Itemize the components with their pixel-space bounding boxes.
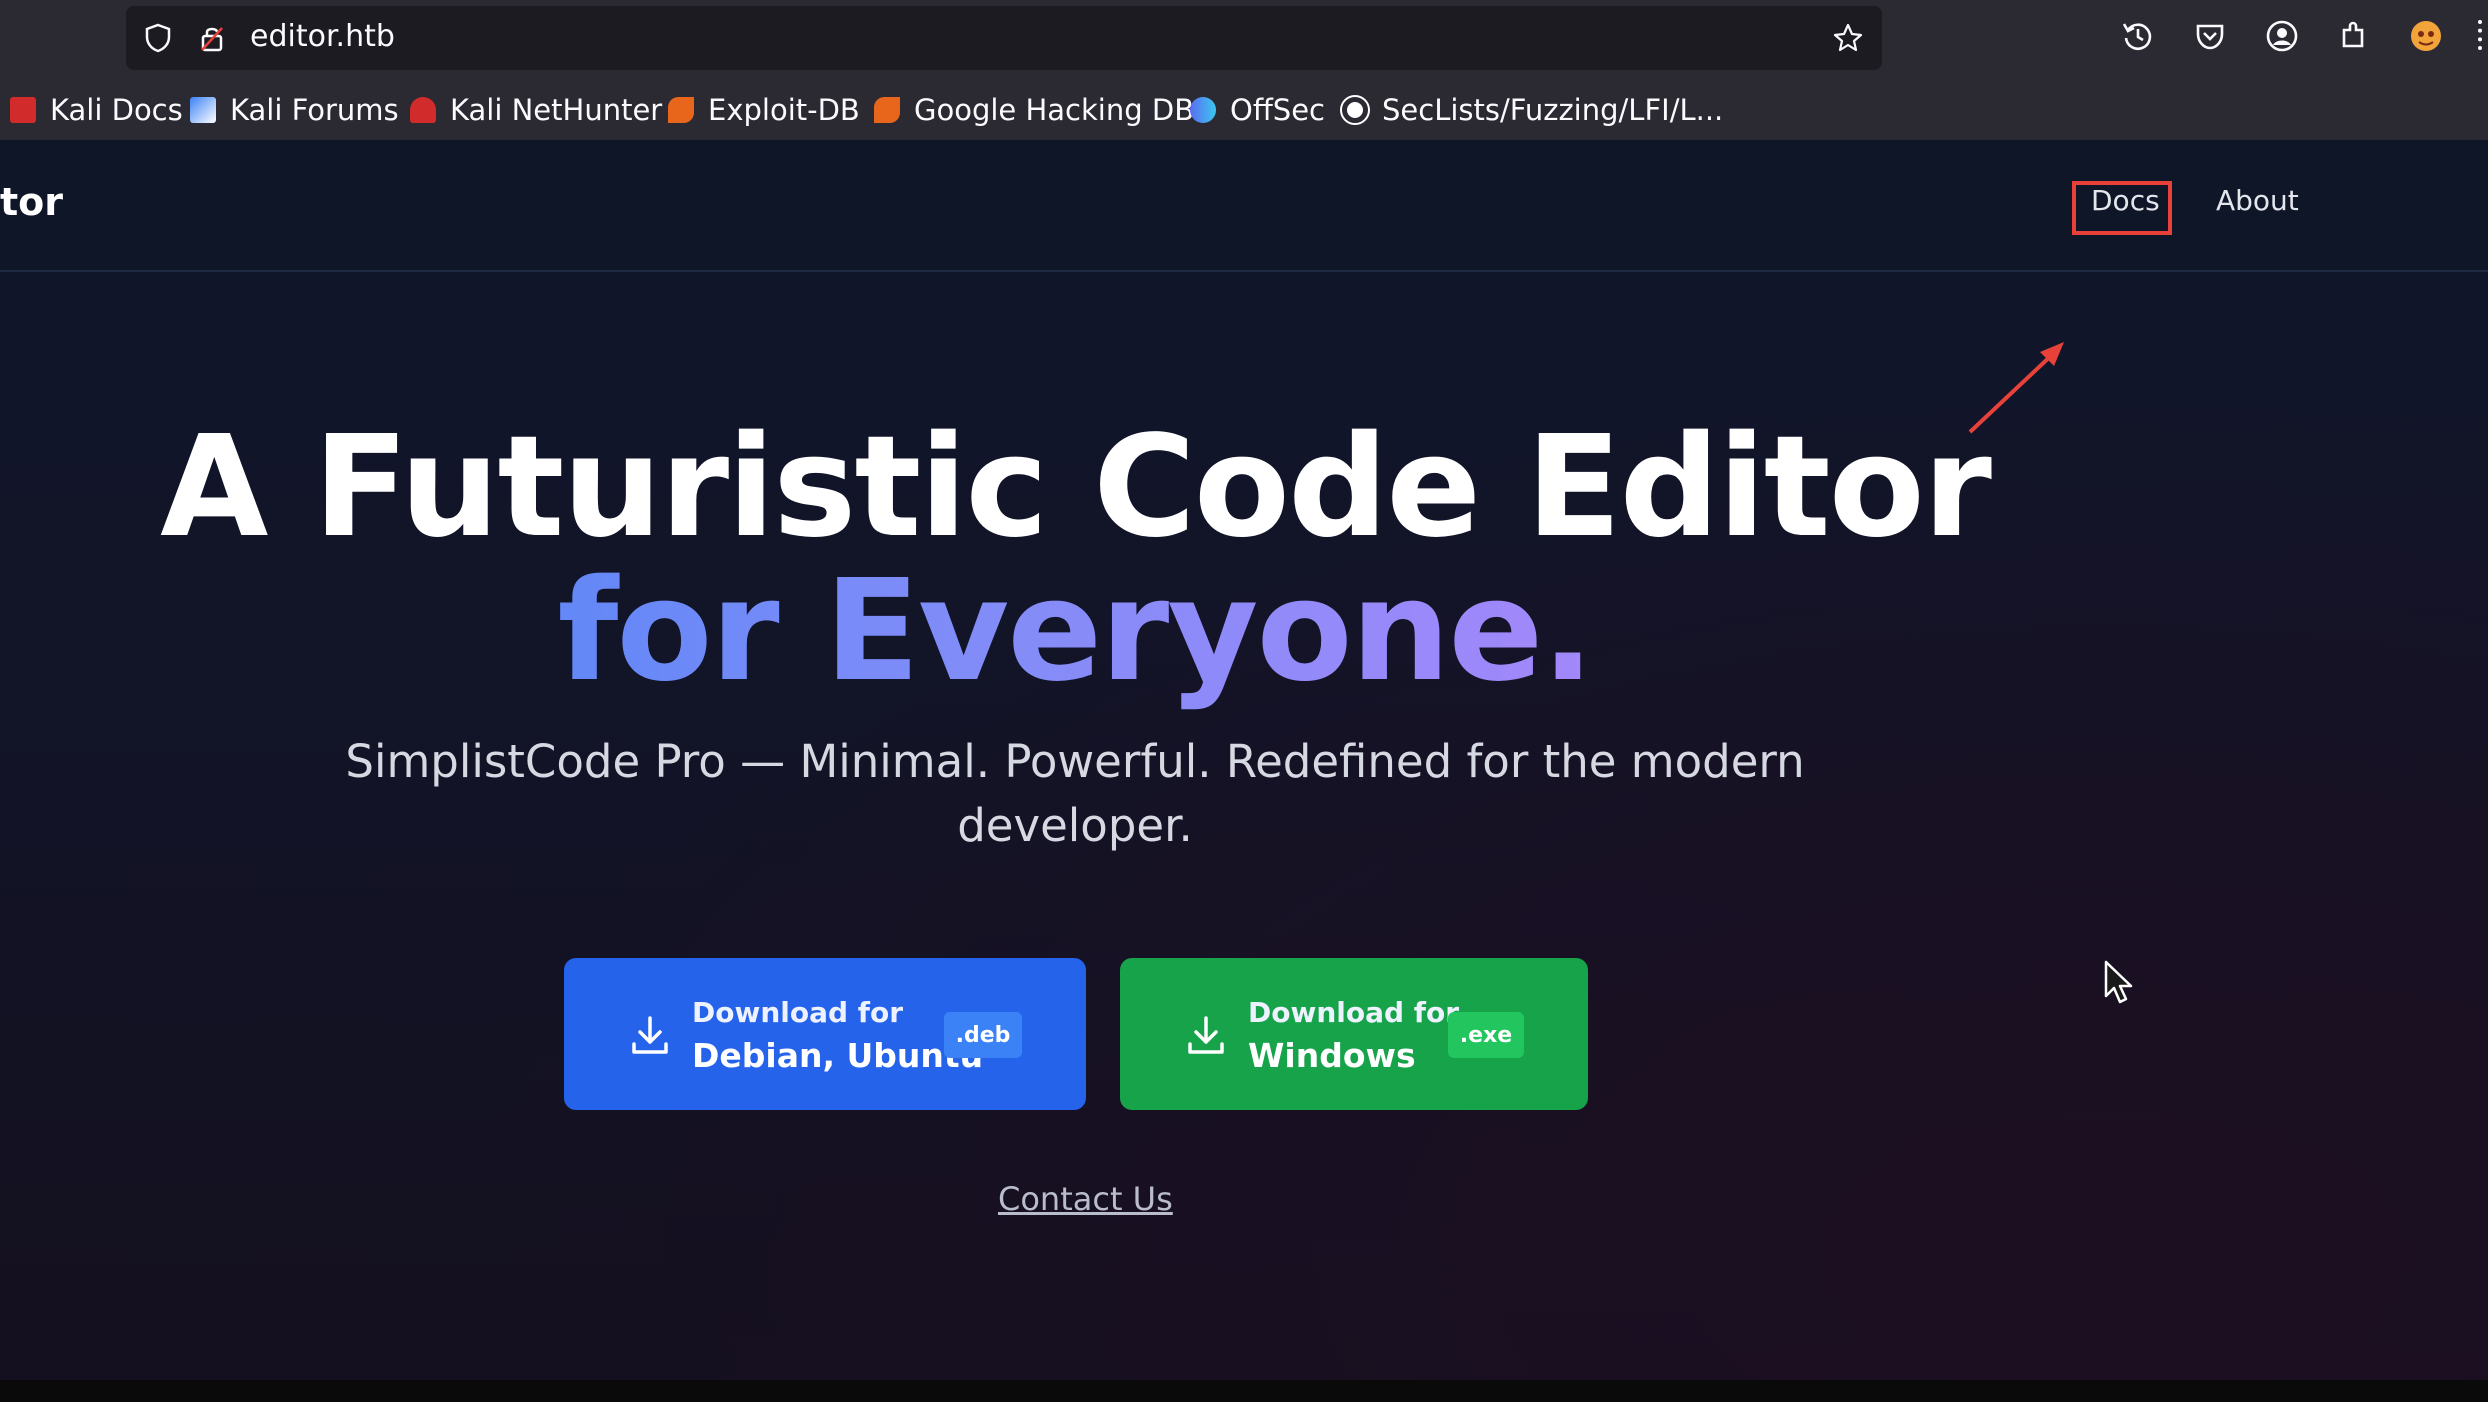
- nav-about-link[interactable]: About: [2216, 184, 2299, 217]
- bookmark-label: OffSec: [1230, 93, 1326, 127]
- github-icon: [1340, 95, 1370, 125]
- shield-icon[interactable]: [142, 22, 174, 54]
- bookmark-offsec[interactable]: OffSec: [1190, 90, 1325, 130]
- bookmark-kali-nethunter[interactable]: Kali NetHunter: [410, 90, 662, 130]
- download-exe-button[interactable]: Download for Windows .exe: [1120, 958, 1588, 1110]
- page-viewport: tor Docs About A Futuristic Code Editor …: [0, 140, 2488, 1380]
- foxyproxy-icon[interactable]: [2408, 18, 2444, 54]
- download-deb-caption: Download for: [692, 996, 904, 1029]
- browser-chrome: editor.htb Kali Docs Kali Forums Kali Ne…: [0, 0, 2488, 140]
- hero-title-line2: for Everyone.: [0, 550, 2150, 713]
- exploit-db-icon: [668, 97, 694, 123]
- contact-us-link[interactable]: Contact Us: [998, 1180, 1173, 1218]
- annotation-highlight-box: [2072, 181, 2172, 235]
- extensions-icon[interactable]: [2336, 18, 2372, 54]
- kali-docs-icon: [10, 97, 36, 123]
- download-deb-platform: Debian, Ubuntu: [692, 1036, 984, 1075]
- bookmark-label: SecLists/Fuzzing/LFI/L...: [1382, 93, 1724, 127]
- bookmark-seclists[interactable]: SecLists/Fuzzing/LFI/L...: [1340, 90, 1724, 130]
- insecure-lock-icon[interactable]: [196, 22, 228, 54]
- bookmarks-toolbar: Kali Docs Kali Forums Kali NetHunter Exp…: [0, 82, 2488, 138]
- bottom-edge: [0, 1380, 2488, 1402]
- site-brand[interactable]: tor: [0, 180, 63, 224]
- download-exe-caption: Download for: [1248, 996, 1460, 1029]
- bookmark-label: Exploit-DB: [708, 93, 860, 127]
- history-icon[interactable]: [2120, 18, 2156, 54]
- ghdb-icon: [874, 97, 900, 123]
- hero-title-line1: A Futuristic Code Editor: [160, 406, 1992, 569]
- bookmark-exploit-db[interactable]: Exploit-DB: [668, 90, 860, 130]
- bookmark-kali-forums[interactable]: Kali Forums: [190, 90, 399, 130]
- download-icon: [1188, 1016, 1224, 1054]
- bookmark-label: Google Hacking DB: [914, 93, 1195, 127]
- bookmark-label: Kali Forums: [230, 93, 399, 127]
- bookmark-ghdb[interactable]: Google Hacking DB: [874, 90, 1194, 130]
- url-text[interactable]: editor.htb: [250, 19, 395, 54]
- offsec-icon: [1190, 97, 1216, 123]
- address-bar[interactable]: editor.htb: [126, 6, 1882, 70]
- mouse-cursor-icon: [2104, 960, 2133, 1004]
- hero-subtitle: SimplistCode Pro — Minimal. Powerful. Re…: [345, 735, 1805, 852]
- kali-forums-icon: [190, 97, 216, 123]
- download-deb-button[interactable]: Download for Debian, Ubuntu .deb: [564, 958, 1086, 1110]
- toolbar-overflow-edge: [2478, 20, 2482, 50]
- site-navbar: tor Docs About: [0, 140, 2488, 272]
- kali-nethunter-icon: [410, 97, 436, 123]
- account-icon[interactable]: [2264, 18, 2300, 54]
- deb-extension-badge: .deb: [944, 1012, 1022, 1058]
- download-exe-platform: Windows: [1248, 1036, 1416, 1075]
- bookmark-label: Kali Docs: [50, 93, 183, 127]
- download-icon: [632, 1016, 668, 1054]
- exe-extension-badge: .exe: [1448, 1012, 1524, 1058]
- bookmark-kali-docs[interactable]: Kali Docs: [10, 90, 183, 130]
- bookmark-star-icon[interactable]: [1832, 22, 1864, 54]
- bookmark-label: Kali NetHunter: [450, 93, 663, 127]
- pocket-icon[interactable]: [2192, 18, 2228, 54]
